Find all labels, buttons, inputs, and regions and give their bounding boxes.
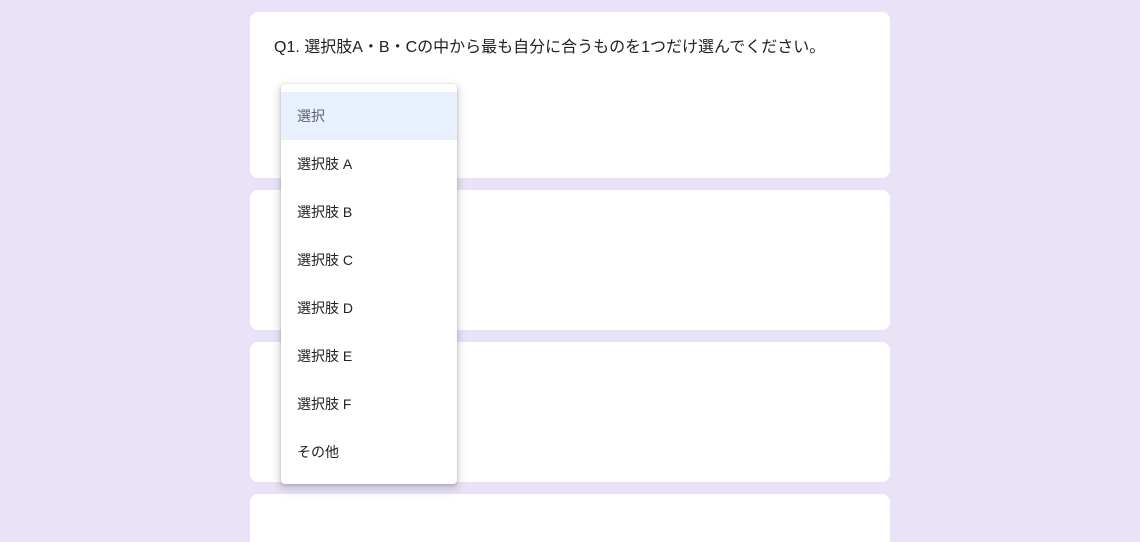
dropdown-placeholder[interactable]: 選択 <box>281 92 457 140</box>
question-number: Q1. <box>274 39 300 56</box>
dropdown-option-b[interactable]: 選択肢 B <box>281 188 457 236</box>
dropdown-option-f[interactable]: 選択肢 F <box>281 380 457 428</box>
question-text: 選択肢A・B・Cの中から最も自分に合うものを1つだけ選んでください。 <box>304 39 825 56</box>
question-title: Q1. 選択肢A・B・Cの中から最も自分に合うものを1つだけ選んでください。 <box>274 36 866 60</box>
dropdown-option-other[interactable]: その他 <box>281 428 457 476</box>
dropdown-menu[interactable]: 選択 選択肢 A 選択肢 B 選択肢 C 選択肢 D 選択肢 E 選択肢 F そ… <box>281 84 457 484</box>
question-card-4 <box>250 494 890 542</box>
dropdown-option-a[interactable]: 選択肢 A <box>281 140 457 188</box>
dropdown-option-d[interactable]: 選択肢 D <box>281 284 457 332</box>
dropdown-option-c[interactable]: 選択肢 C <box>281 236 457 284</box>
dropdown-option-e[interactable]: 選択肢 E <box>281 332 457 380</box>
